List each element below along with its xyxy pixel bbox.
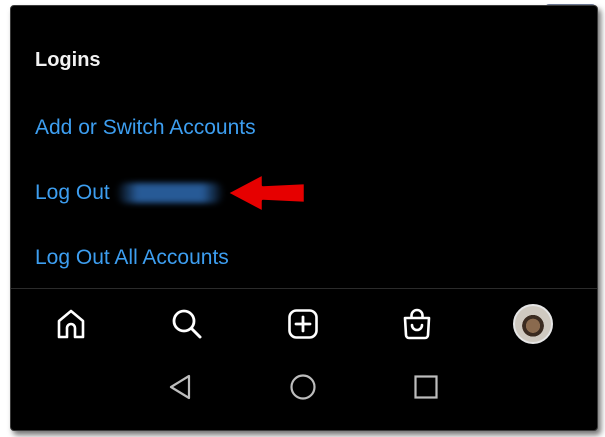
system-recents-button[interactable]: [411, 372, 441, 402]
shop-tab[interactable]: [395, 302, 439, 346]
log-out-link[interactable]: Log Out: [35, 181, 224, 205]
shopping-bag-icon: [403, 308, 431, 340]
bottom-nav-divider: [11, 288, 597, 289]
back-triangle-icon: [169, 374, 191, 400]
log-out-label: Log Out: [35, 181, 110, 204]
system-back-button[interactable]: [165, 372, 195, 402]
phone-screen: Logins Add or Switch Accounts Log Out Lo…: [10, 5, 598, 431]
home-icon: [57, 309, 85, 339]
home-tab[interactable]: [49, 302, 93, 346]
new-post-tab[interactable]: [281, 302, 325, 346]
blurred-username: [115, 183, 224, 204]
search-icon: [172, 309, 202, 339]
log-out-all-accounts-link[interactable]: Log Out All Accounts: [35, 246, 229, 270]
add-switch-accounts-link[interactable]: Add or Switch Accounts: [35, 116, 256, 140]
system-home-button[interactable]: [288, 372, 318, 402]
home-circle-icon: [290, 374, 316, 400]
profile-tab[interactable]: [511, 302, 555, 346]
section-title: Logins: [35, 49, 101, 71]
recents-square-icon: [414, 375, 438, 399]
search-tab[interactable]: [165, 302, 209, 346]
profile-avatar: [513, 304, 553, 344]
new-post-icon: [288, 309, 318, 339]
red-arrow-annotation: [225, 172, 307, 214]
